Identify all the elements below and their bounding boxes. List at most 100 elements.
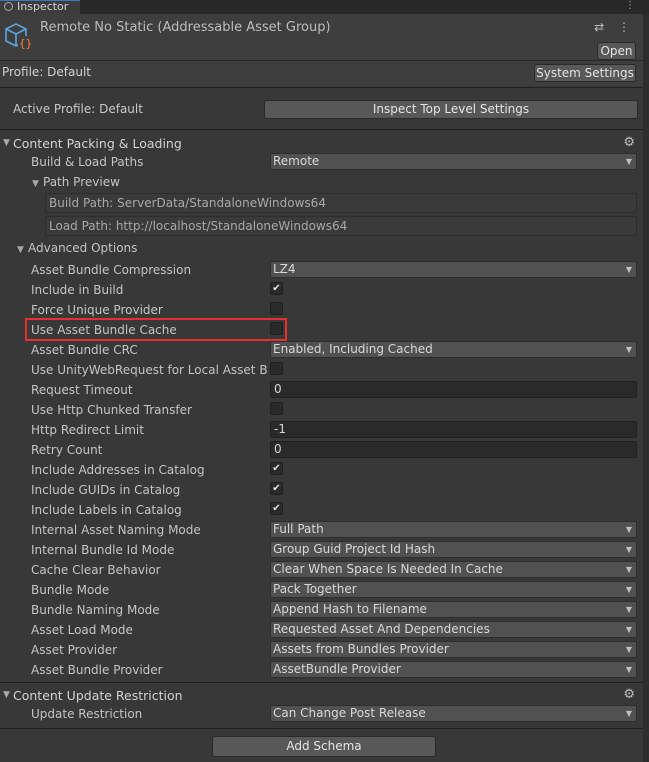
section-content-packing[interactable]: ▼ Content Packing & Loading ⚙ xyxy=(0,133,643,153)
section-content-update[interactable]: ▼ Content Update Restriction ⚙ xyxy=(0,685,643,705)
chevron-down-icon: ▼ xyxy=(625,345,632,354)
section-title: Content Update Restriction xyxy=(13,688,183,703)
field-label: Asset Load Mode xyxy=(31,623,133,637)
field-label: Bundle Mode xyxy=(31,583,110,597)
field-label: Asset Provider xyxy=(31,643,118,657)
field-dropdown[interactable]: LZ4 ▼ xyxy=(270,261,637,278)
field-label: Http Redirect Limit xyxy=(31,423,144,437)
foldout-arrow-icon[interactable]: ▼ xyxy=(3,138,10,148)
inspect-top-level-settings-button[interactable]: Inspect Top Level Settings xyxy=(264,100,638,119)
field-label: Internal Asset Naming Mode xyxy=(31,523,201,537)
scrollbar[interactable] xyxy=(643,14,649,762)
field-label: Cache Clear Behavior xyxy=(31,563,161,577)
header-settings-icon[interactable]: ⇄ ⋮ xyxy=(594,20,635,34)
dropdown-value: Append Hash to Filename xyxy=(273,602,427,616)
chevron-down-icon: ▼ xyxy=(625,585,632,594)
tab-menu-icon[interactable]: ⋮ xyxy=(625,0,641,14)
svg-text:{}: {} xyxy=(19,37,32,50)
field-label: Include GUIDs in Catalog xyxy=(31,483,181,497)
field-checkbox[interactable]: ✔ xyxy=(270,482,283,495)
info-icon xyxy=(4,2,13,11)
field-dropdown[interactable]: Pack Together ▼ xyxy=(270,581,637,598)
field-label: Use Http Chunked Transfer xyxy=(31,403,192,417)
field-dropdown[interactable]: Assets from Bundles Provider ▼ xyxy=(270,641,637,658)
update-restriction-dropdown[interactable]: Can Change Post Release ▼ xyxy=(270,705,637,722)
divider xyxy=(0,129,643,130)
chevron-down-icon: ▼ xyxy=(625,605,632,614)
field-label: Use UnityWebRequest for Local Asset Bund… xyxy=(31,363,267,377)
foldout-arrow-icon[interactable]: ▼ xyxy=(17,245,24,255)
field-input[interactable]: 0 xyxy=(270,381,637,398)
chevron-down-icon: ▼ xyxy=(625,545,632,554)
field-input[interactable]: -1 xyxy=(270,421,637,438)
field-dropdown[interactable]: Append Hash to Filename ▼ xyxy=(270,601,637,618)
foldout-arrow-icon[interactable]: ▼ xyxy=(32,179,39,189)
chevron-down-icon: ▼ xyxy=(625,565,632,574)
field-checkbox[interactable]: ✔ xyxy=(270,462,283,475)
field-label: Asset Bundle CRC xyxy=(31,343,138,357)
page-title: Remote No Static (Addressable Asset Grou… xyxy=(40,20,331,35)
field-input[interactable]: 0 xyxy=(270,441,637,458)
field-dropdown[interactable]: AssetBundle Provider ▼ xyxy=(270,661,637,678)
field-checkbox[interactable] xyxy=(270,302,283,315)
path-preview-label[interactable]: Path Preview xyxy=(43,175,120,189)
foldout-arrow-icon[interactable]: ▼ xyxy=(3,690,10,700)
divider xyxy=(0,728,643,729)
open-button[interactable]: Open xyxy=(597,42,636,60)
field-dropdown[interactable]: Full Path ▼ xyxy=(270,521,637,538)
field-dropdown[interactable]: Clear When Space Is Needed In Cache ▼ xyxy=(270,561,637,578)
dropdown-value: AssetBundle Provider xyxy=(273,662,401,676)
divider xyxy=(0,87,643,88)
dropdown-value: Pack Together xyxy=(273,582,357,596)
dropdown-value: Requested Asset And Dependencies xyxy=(273,622,490,636)
dropdown-value: Can Change Post Release xyxy=(273,706,426,720)
profile-label: Profile: Default xyxy=(2,65,92,79)
field-label: Include Addresses in Catalog xyxy=(31,463,205,477)
build-load-paths-dropdown[interactable]: Remote ▼ xyxy=(270,153,637,170)
inspector-header: {} Remote No Static (Addressable Asset G… xyxy=(0,14,643,61)
dropdown-value: Enabled, Including Cached xyxy=(273,342,433,356)
tab-bar: Inspector ⋮ xyxy=(0,0,649,14)
field-label: Force Unique Provider xyxy=(31,303,163,317)
system-settings-button[interactable]: System Settings xyxy=(534,64,636,82)
dropdown-value: Remote xyxy=(273,154,320,168)
chevron-down-icon: ▼ xyxy=(625,157,632,166)
field-checkbox[interactable]: ✔ xyxy=(270,502,283,515)
chevron-down-icon: ▼ xyxy=(625,625,632,634)
dropdown-value: Assets from Bundles Provider xyxy=(273,642,449,656)
field-label: Internal Bundle Id Mode xyxy=(31,543,175,557)
field-label: Include Labels in Catalog xyxy=(31,503,182,517)
active-profile-row: Active Profile: Default Inspect Top Leve… xyxy=(0,90,643,128)
tab-inspector[interactable]: Inspector xyxy=(0,0,80,14)
gear-icon[interactable]: ⚙ xyxy=(623,135,635,150)
highlight-box xyxy=(25,318,287,341)
field-dropdown[interactable]: Enabled, Including Cached ▼ xyxy=(270,341,637,358)
field-dropdown[interactable]: Requested Asset And Dependencies ▼ xyxy=(270,621,637,638)
build-load-paths-label: Build & Load Paths xyxy=(31,155,144,169)
field-checkbox[interactable]: ✔ xyxy=(270,282,283,295)
chevron-down-icon: ▼ xyxy=(625,645,632,654)
advanced-options-label[interactable]: Advanced Options xyxy=(28,241,137,255)
dropdown-value: Clear When Space Is Needed In Cache xyxy=(273,562,503,576)
addressable-group-icon: {} xyxy=(5,23,32,50)
field-label: Asset Bundle Compression xyxy=(31,263,192,277)
section-title: Content Packing & Loading xyxy=(13,136,182,151)
update-restriction-label: Update Restriction xyxy=(31,707,143,721)
load-path-field: Load Path: http://localhost/StandaloneWi… xyxy=(45,216,637,236)
add-schema-button[interactable]: Add Schema xyxy=(212,736,436,757)
gear-icon[interactable]: ⚙ xyxy=(623,687,635,702)
field-checkbox[interactable] xyxy=(270,402,283,415)
field-checkbox[interactable] xyxy=(270,362,283,375)
tab-label: Inspector xyxy=(17,0,69,13)
field-dropdown[interactable]: Group Guid Project Id Hash ▼ xyxy=(270,541,637,558)
chevron-down-icon: ▼ xyxy=(625,525,632,534)
field-label: Include in Build xyxy=(31,283,124,297)
dropdown-value: Group Guid Project Id Hash xyxy=(273,542,436,556)
divider xyxy=(0,682,643,683)
chevron-down-icon: ▼ xyxy=(625,265,632,274)
active-profile-label: Active Profile: Default xyxy=(13,102,143,116)
profile-row: Profile: Default System Settings xyxy=(0,61,643,86)
field-label: Asset Bundle Provider xyxy=(31,663,163,677)
chevron-down-icon: ▼ xyxy=(625,709,632,718)
chevron-down-icon: ▼ xyxy=(625,665,632,674)
